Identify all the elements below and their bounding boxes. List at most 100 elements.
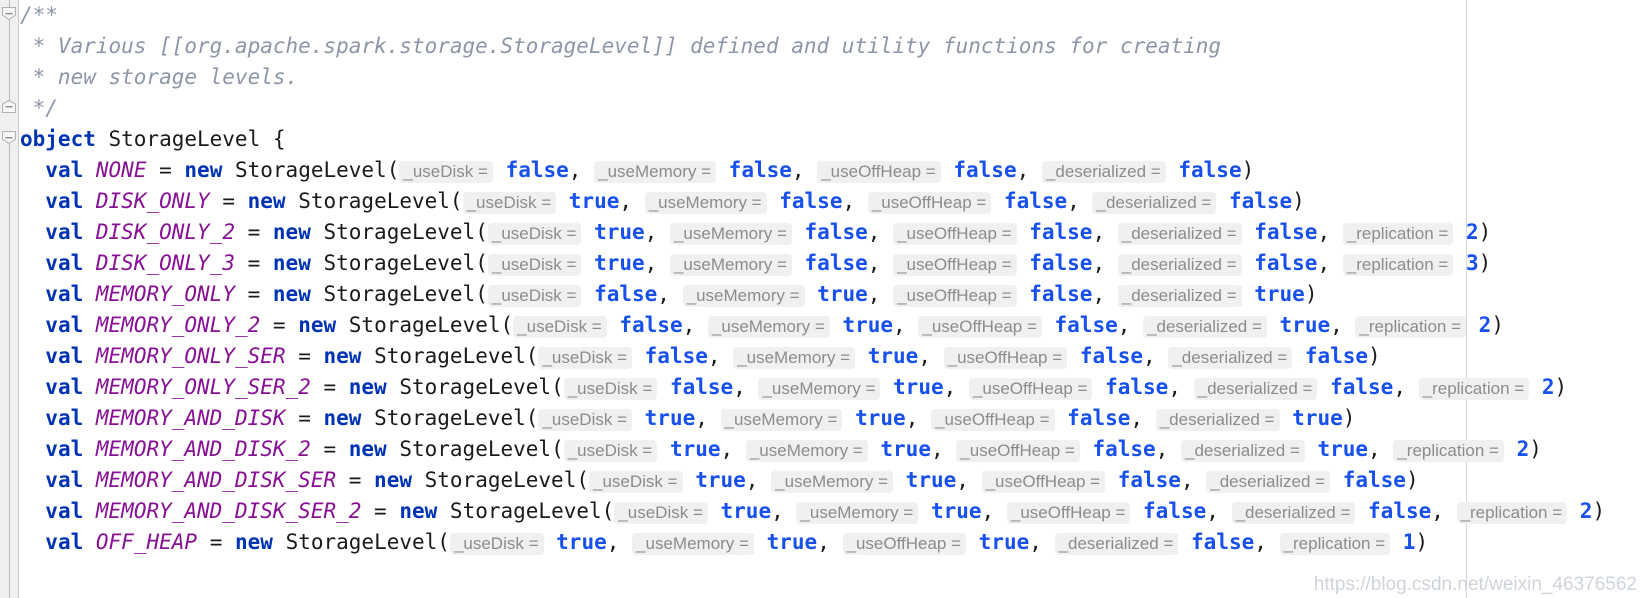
inlay-parameter-hint[interactable]: _deserialized = [1193,378,1318,400]
inlay-parameter-hint[interactable]: _deserialized = [1206,471,1331,493]
inlay-parameter-hint[interactable]: _useOffHeap = [893,254,1017,276]
inlay-parameter-hint[interactable]: _useOffHeap = [943,347,1068,369]
code-token-punc: , [682,313,696,337]
code-token-punc: ) [1478,220,1492,244]
inlay-parameter-hint[interactable]: _useOffHeap = [968,378,1093,400]
inlay-parameter-hint[interactable]: _deserialized = [1092,192,1217,214]
code-line[interactable]: val MEMORY_AND_DISK = new StorageLevel(_… [20,403,1355,434]
inlay-parameter-hint[interactable]: _useDisk = [399,161,493,183]
inlay-parameter-hint[interactable]: _useMemory = [745,440,868,462]
code-token-lit: true [1279,406,1343,430]
inlay-parameter-hint[interactable]: _useMemory = [758,378,881,400]
inlay-parameter-hint[interactable]: _useDisk = [538,347,633,369]
editor-gutter[interactable] [0,0,19,598]
code-line[interactable]: val MEMORY_ONLY_SER_2 = new StorageLevel… [20,372,1567,403]
code-line[interactable]: val MEMORY_AND_DISK_SER_2 = new StorageL… [20,496,1605,527]
code-line[interactable]: * Various [[org.apache.spark.storage.Sto… [20,31,1221,62]
inlay-parameter-hint[interactable]: _useMemory = [720,409,843,431]
code-line[interactable]: val MEMORY_ONLY = new StorageLevel(_useD… [20,279,1317,310]
code-line[interactable]: val DISK_ONLY_3 = new StorageLevel(_useD… [20,248,1491,279]
inlay-parameter-hint[interactable]: _useMemory = [682,285,805,307]
code-line[interactable]: val MEMORY_AND_DISK_2 = new StorageLevel… [20,434,1542,465]
inlay-parameter-hint[interactable]: _useMemory = [669,223,792,245]
inlay-parameter-hint[interactable]: _replication = [1393,440,1504,462]
inlay-parameter-hint[interactable]: _useMemory = [669,254,792,276]
inlay-parameter-hint[interactable]: _replication = [1342,254,1454,276]
code-line[interactable]: object StorageLevel { [20,124,286,155]
inlay-parameter-hint[interactable]: _replication = [1456,502,1568,524]
fold-comment-end-icon[interactable] [1,99,18,114]
inlay-parameter-hint[interactable]: _useOffHeap = [817,161,941,183]
code-line[interactable]: val OFF_HEAP = new StorageLevel(_useDisk… [20,527,1428,558]
inlay-parameter-hint[interactable]: _deserialized = [1180,440,1305,462]
inlay-parameter-hint[interactable]: _deserialized = [1054,533,1179,555]
inlay-parameter-hint[interactable]: _useMemory = [796,502,919,524]
inlay-parameter-hint[interactable]: _useMemory = [707,316,830,338]
inlay-parameter-hint[interactable]: _deserialized = [1041,161,1166,183]
code-content-area[interactable]: /** * Various [[org.apache.spark.storage… [20,0,1643,598]
code-line[interactable]: */ [20,93,58,124]
inlay-parameter-hint[interactable]: _replication = [1355,316,1467,338]
code-line[interactable]: * new storage levels. [20,62,299,93]
inlay-parameter-hint[interactable]: _useDisk = [538,409,633,431]
inlay-parameter-hint[interactable]: _useOffHeap = [918,316,1042,338]
code-line[interactable]: val NONE = new StorageLevel(_useDisk = f… [20,155,1254,186]
inlay-parameter-hint[interactable]: _deserialized = [1155,409,1280,431]
inlay-parameter-hint[interactable]: _useOffHeap = [981,471,1106,493]
inlay-parameter-hint[interactable]: _deserialized = [1117,254,1242,276]
inlay-parameter-hint[interactable]: _deserialized = [1143,316,1267,338]
inlay-parameter-hint[interactable]: _deserialized = [1168,347,1293,369]
inlay-parameter-hint[interactable]: _useDisk = [462,192,557,214]
inlay-parameter-hint[interactable]: _useOffHeap = [893,223,1017,245]
inlay-parameter-hint[interactable]: _replication = [1279,533,1391,555]
inlay-parameter-hint[interactable]: _useDisk = [614,502,708,524]
inlay-parameter-hint[interactable]: _useDisk = [487,223,582,245]
inlay-parameter-hint[interactable]: _useDisk = [487,285,582,307]
code-line[interactable]: val MEMORY_AND_DISK_SER = new StorageLev… [20,465,1419,496]
inlay-parameter-hint[interactable]: _useMemory = [733,347,856,369]
code-line[interactable]: val MEMORY_ONLY_2 = new StorageLevel(_us… [20,310,1504,341]
inlay-parameter-hint[interactable]: _useDisk = [449,533,544,555]
inlay-parameter-hint[interactable]: _useDisk = [563,378,658,400]
code-line[interactable]: /** [20,0,58,31]
inlay-parameter-hint[interactable]: _useOffHeap = [893,285,1017,307]
inlay-parameter-hint[interactable]: _deserialized = [1231,502,1356,524]
code-token-punc: , [1029,530,1042,554]
inlay-parameter-hint[interactable]: _useMemory = [771,471,894,493]
inlay-parameter-hint[interactable]: _useOffHeap = [1006,502,1131,524]
inlay-parameter-hint[interactable]: _useDisk = [589,471,683,493]
inlay-parameter-hint[interactable]: _useOffHeap = [842,533,967,555]
inlay-parameter-hint[interactable]: _useOffHeap = [931,409,1055,431]
code-line[interactable]: val DISK_ONLY = new StorageLevel(_useDis… [20,186,1305,217]
fold-expanded-comment-start-icon[interactable] [1,6,18,21]
code-line[interactable]: val DISK_ONLY_2 = new StorageLevel(_useD… [20,217,1491,248]
code-token-lit: false [1178,530,1255,554]
code-editor[interactable]: /** * Various [[org.apache.spark.storage… [0,0,1643,598]
inlay-parameter-hint[interactable]: _useOffHeap = [867,192,992,214]
code-token-punc: , [1206,499,1219,523]
inlay-parameter-hint[interactable]: _useMemory = [644,192,767,214]
code-token-kw: val [45,468,84,492]
inlay-parameter-hint[interactable]: _useDisk = [563,440,658,462]
inlay-parameter-hint[interactable]: _replication = [1342,223,1454,245]
inlay-parameter-hint[interactable]: _useOffHeap = [956,440,1080,462]
inlay-parameter-hint[interactable]: _useMemory = [632,533,754,555]
code-token-punc: , [867,220,881,244]
code-line[interactable]: val MEMORY_ONLY_SER = new StorageLevel(_… [20,341,1381,372]
inlay-parameter-hint[interactable]: _useMemory = [594,161,717,183]
inlay-parameter-hint[interactable]: _replication = [1418,378,1530,400]
code-token-lit: false [1054,406,1131,430]
inlay-parameter-hint[interactable]: _deserialized = [1117,285,1242,307]
inlay-parameter-hint[interactable]: _deserialized = [1117,223,1242,245]
inlay-parameter-hint[interactable]: _useDisk = [487,254,582,276]
fold-expanded-object-start-icon[interactable] [1,130,18,145]
code-token-plain: StorageLevel( [310,251,488,275]
inlay-parameter-hint[interactable]: _useDisk = [513,316,607,338]
